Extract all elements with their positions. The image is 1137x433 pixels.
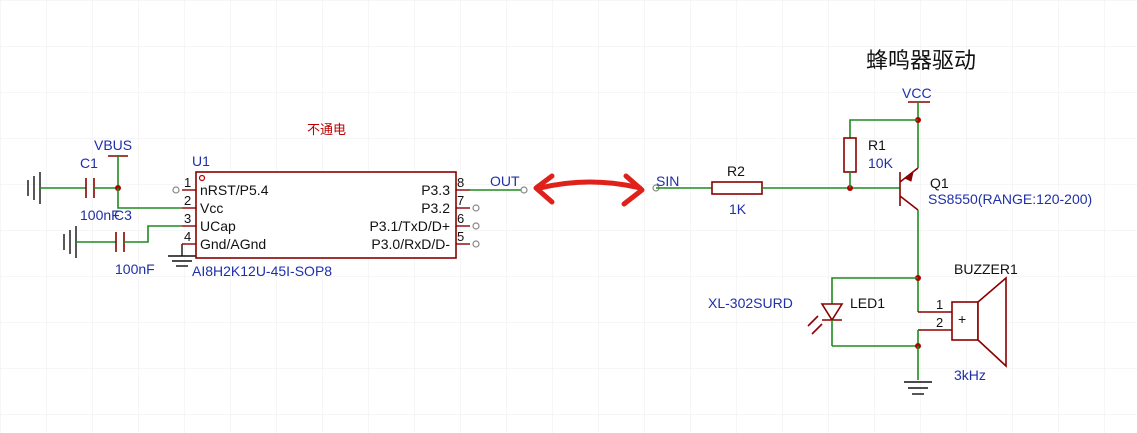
u1-pin8-name: P3.3 [421, 182, 450, 198]
u1-pin7-num: 7 [457, 193, 464, 208]
u1-pin6-name: P3.1/TxD/D+ [369, 218, 450, 234]
u1-pin4-name: Gnd/AGnd [200, 236, 266, 252]
no-power-note: 不通电 [307, 122, 346, 137]
vcc-label: VCC [902, 85, 932, 101]
u1-pin4-num: 4 [184, 229, 191, 244]
r1-ref: R1 [868, 137, 886, 153]
u1-pin5-num: 5 [457, 229, 464, 244]
u1-pin8-num: 8 [457, 175, 464, 190]
u1-ref: U1 [192, 153, 210, 169]
u1-pin2-num: 2 [184, 193, 191, 208]
r2-ref: R2 [727, 163, 745, 179]
q1-ref: Q1 [930, 175, 949, 191]
u1-pin3-num: 3 [184, 211, 191, 226]
sin-label: SIN [656, 173, 679, 189]
u1-pin6-num: 6 [457, 211, 464, 226]
buzzer1-value: 3kHz [954, 367, 986, 383]
q1-value: SS8550(RANGE:120-200) [928, 191, 1092, 207]
schematic-canvas: 蜂鸣器驱动 不通电 C1 100nF VBUS C3 100nF U1 AI8H… [0, 0, 1137, 433]
c3-value: 100nF [115, 261, 155, 277]
c3-ref: C3 [114, 207, 132, 223]
u1-part: AI8H2K12U-45I-SOP8 [192, 263, 332, 279]
c1-ref: C1 [80, 155, 98, 171]
u1-pin1-name: nRST/P5.4 [200, 182, 269, 198]
buzzer1-ref: BUZZER1 [954, 261, 1018, 277]
u1-pin1-num: 1 [184, 175, 191, 190]
schematic-title: 蜂鸣器驱动 [866, 49, 976, 74]
led1-value: XL-302SURD [708, 295, 793, 311]
buzzer1-pin2: 2 [936, 315, 943, 330]
r1-value: 10K [868, 155, 894, 171]
u1-pin2-name: Vcc [200, 200, 223, 216]
vbus-label: VBUS [94, 137, 132, 153]
out-label: OUT [490, 173, 520, 189]
r2-value: 1K [729, 201, 747, 217]
led1-ref: LED1 [850, 295, 885, 311]
u1-pin5-name: P3.0/RxD/D- [371, 236, 450, 252]
buzzer1-plus: + [958, 311, 966, 327]
u1-pin7-name: P3.2 [421, 200, 450, 216]
u1-pin3-name: UCap [200, 218, 236, 234]
buzzer1-pin1: 1 [936, 297, 943, 312]
